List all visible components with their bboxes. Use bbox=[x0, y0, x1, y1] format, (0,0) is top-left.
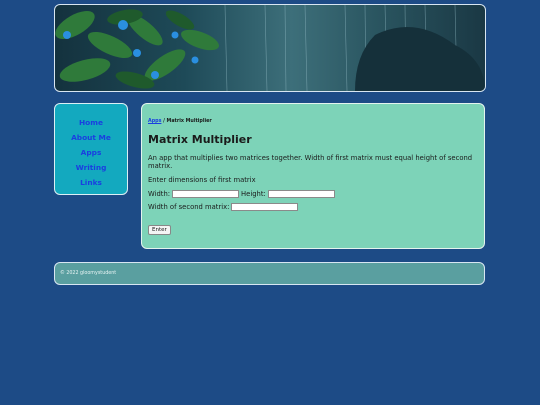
rainy-leaves-illustration bbox=[55, 5, 485, 91]
nav-link-home[interactable]: Home bbox=[55, 115, 127, 130]
height-input[interactable] bbox=[267, 190, 335, 198]
sidebar-nav: Home About Me Apps Writing Links bbox=[54, 103, 128, 195]
page-title: Matrix Multiplier bbox=[148, 133, 252, 146]
footer: © 2022 gloomystudent bbox=[54, 262, 485, 285]
copyright-text: © 2022 gloomystudent bbox=[60, 271, 117, 276]
width2-input[interactable] bbox=[231, 203, 299, 211]
breadcrumb-link-apps[interactable]: Apps bbox=[148, 119, 161, 124]
breadcrumb-separator: / bbox=[163, 119, 165, 124]
width2-label: Width of second matrix: bbox=[148, 203, 230, 211]
nav-link-about-me[interactable]: About Me bbox=[55, 130, 127, 145]
nav-link-apps[interactable]: Apps bbox=[55, 145, 127, 160]
main-content: Apps / Matrix Multiplier Matrix Multipli… bbox=[141, 103, 485, 249]
nav-link-links[interactable]: Links bbox=[55, 175, 127, 190]
first-matrix-row: Width: Height: bbox=[148, 190, 478, 198]
breadcrumb-current: Matrix Multiplier bbox=[166, 119, 212, 124]
width-input[interactable] bbox=[172, 190, 240, 198]
app-description: An app that multiplies two matrices toge… bbox=[148, 154, 473, 170]
second-matrix-row: Width of second matrix: bbox=[148, 203, 478, 211]
nav-link-writing[interactable]: Writing bbox=[55, 160, 127, 175]
header-banner-image bbox=[54, 4, 486, 92]
width-label: Width: bbox=[148, 190, 171, 198]
enter-button[interactable]: Enter bbox=[148, 225, 171, 235]
height-label: Height: bbox=[241, 190, 266, 198]
breadcrumb: Apps / Matrix Multiplier bbox=[148, 119, 478, 124]
dimensions-prompt: Enter dimensions of first matrix bbox=[148, 176, 256, 184]
